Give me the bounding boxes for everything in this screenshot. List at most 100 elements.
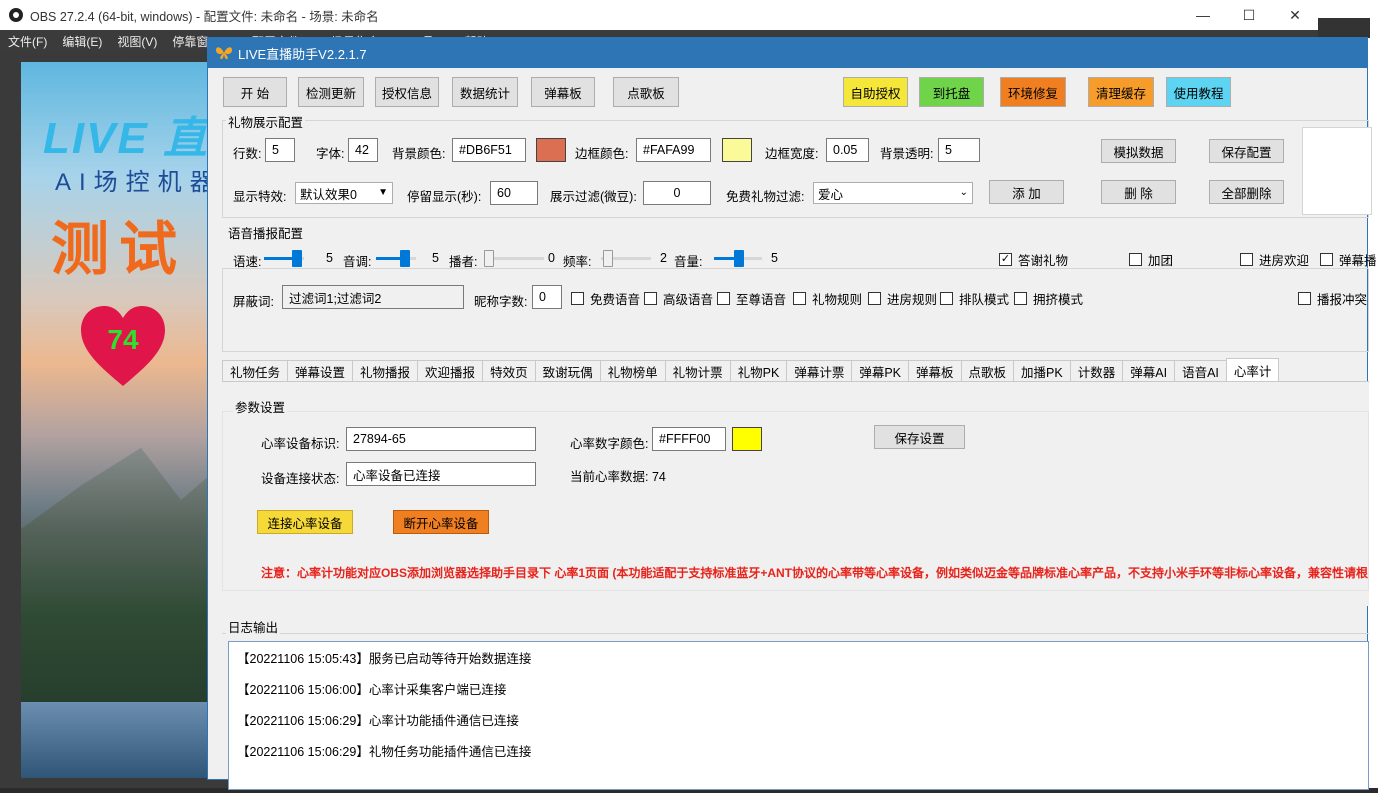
tab-counter[interactable]: 计数器 [1069, 360, 1124, 381]
disconnect-device-button[interactable]: 断开心率设备 [393, 510, 489, 534]
menu-view[interactable]: 视图(V) [117, 33, 157, 50]
tab-gift-ranking[interactable]: 礼物榜单 [599, 360, 666, 381]
font-size-input[interactable]: 42 [348, 138, 378, 162]
mock-data-button[interactable]: 模拟数据 [1101, 139, 1176, 163]
stay-input[interactable]: 60 [490, 181, 538, 205]
thank-gift-checkbox[interactable]: ✓ 答谢礼物 [999, 250, 1068, 269]
report-conflict-checkbox[interactable]: 播报冲突 [1298, 289, 1367, 308]
tab-voice-ai[interactable]: 语音AI [1174, 360, 1227, 381]
delete-all-button[interactable]: 全部删除 [1209, 180, 1284, 204]
join-group-text: 加团 [1148, 254, 1174, 268]
tab-gift-task[interactable]: 礼物任务 [222, 360, 289, 381]
delete-button[interactable]: 删 除 [1101, 180, 1176, 204]
rate-slider[interactable] [601, 248, 651, 268]
song-board-button[interactable]: 点歌板 [613, 77, 679, 107]
bg-color-input[interactable]: #DB6F51 [452, 138, 526, 162]
crowd-mode-checkbox[interactable]: 拥挤模式 [1014, 289, 1083, 308]
adv-voice-text: 高级语音 [663, 293, 714, 307]
gift-rule-checkbox[interactable]: 礼物规则 [793, 289, 862, 308]
speed-label: 语速: [233, 255, 262, 269]
welcome-checkbox[interactable]: 进房欢迎 [1240, 250, 1309, 269]
bg-color-label: 背景颜色: [392, 147, 446, 161]
join-group-checkbox[interactable]: 加团 [1129, 250, 1173, 269]
menu-edit[interactable]: 编辑(E) [62, 33, 102, 50]
border-width-input[interactable]: 0.05 [826, 138, 869, 162]
to-tray-button[interactable]: 到托盘 [919, 77, 984, 107]
log-output[interactable]: 【20221106 15:05:43】服务已启动等待开始数据连接 【202211… [228, 641, 1369, 790]
check-update-button[interactable]: 检测更新 [298, 77, 364, 107]
filter-input[interactable]: 0 [643, 181, 711, 205]
thank-gift-text: 答谢礼物 [1018, 254, 1069, 268]
log-label: 日志输出 [226, 617, 281, 636]
tab-heart-rate[interactable]: 心率计 [1225, 358, 1280, 381]
speaker-slider[interactable] [484, 248, 544, 268]
tab-welcome-report[interactable]: 欢迎播报 [417, 360, 484, 381]
obs-preview-canvas[interactable]: LIVE 直播 AI场控机器人 测试 74 [21, 62, 221, 778]
rows-input[interactable]: 5 [265, 138, 295, 162]
tab-gift-report[interactable]: 礼物播报 [352, 360, 419, 381]
tab-danmu-board[interactable]: 弹幕板 [908, 360, 962, 381]
nick-len-input[interactable]: 0 [532, 285, 562, 309]
tab-gift-pk[interactable]: 礼物PK [729, 360, 788, 381]
effect-select-value: 默认效果0 [300, 187, 357, 202]
queue-mode-checkbox[interactable]: 排队模式 [940, 289, 1009, 308]
tab-gift-vote[interactable]: 礼物计票 [664, 360, 731, 381]
start-button[interactable]: 开 始 [223, 77, 287, 107]
tutorial-button[interactable]: 使用教程 [1166, 77, 1231, 107]
conn-status-label: 设备连接状态: [261, 472, 340, 486]
adv-voice-checkbox[interactable]: 高级语音 [644, 289, 713, 308]
device-id-label: 心率设备标识: [261, 437, 340, 451]
border-color-input[interactable]: #FAFA99 [636, 138, 711, 162]
heart-color-swatch[interactable] [732, 427, 762, 451]
params-label: 参数设置 [233, 397, 288, 416]
vip-voice-text: 至尊语音 [736, 293, 787, 307]
filter-label: 展示过滤(微豆): [550, 190, 637, 204]
tab-effects-page[interactable]: 特效页 [482, 360, 536, 381]
volume-slider[interactable] [714, 248, 762, 268]
device-id-input[interactable]: 27894-65 [346, 427, 536, 451]
clear-cache-button[interactable]: 清理缓存 [1088, 77, 1154, 107]
speaker-value: 0 [548, 251, 555, 265]
tab-danmu-ai[interactable]: 弹幕AI [1122, 360, 1176, 381]
self-auth-button[interactable]: 自助授权 [843, 77, 908, 107]
vip-voice-checkbox[interactable]: 至尊语音 [717, 289, 786, 308]
queue-mode-text: 排队模式 [959, 293, 1010, 307]
auth-info-button[interactable]: 授权信息 [375, 77, 439, 107]
save-config-button[interactable]: 保存配置 [1209, 139, 1284, 163]
add-button[interactable]: 添 加 [989, 180, 1064, 204]
menu-file[interactable]: 文件(F) [8, 33, 47, 50]
tab-danmu-vote[interactable]: 弹幕计票 [786, 360, 853, 381]
tab-song-board[interactable]: 点歌板 [960, 360, 1015, 381]
heart-color-input[interactable]: #FFFF00 [652, 427, 726, 451]
enter-rule-checkbox[interactable]: 进房规则 [868, 289, 937, 308]
minimize-button[interactable]: — [1180, 0, 1226, 30]
effect-select[interactable]: 默认效果0 ▼ [295, 182, 393, 204]
border-color-swatch[interactable] [722, 138, 752, 162]
speed-slider[interactable] [264, 248, 304, 268]
tab-danmu-pk[interactable]: 弹幕PK [851, 360, 910, 381]
block-words-input[interactable]: 过滤词1;过滤词2 [282, 285, 464, 309]
danmu-board-button[interactable]: 弹幕板 [531, 77, 595, 107]
report-conflict-text: 播报冲突 [1317, 293, 1368, 307]
free-filter-select[interactable]: 爱心 ⌄ [813, 182, 973, 204]
bg-opacity-input[interactable]: 5 [938, 138, 980, 162]
crowd-mode-text: 拥挤模式 [1033, 293, 1084, 307]
pitch-slider[interactable] [376, 248, 416, 268]
danmu-checkbox[interactable]: 弹幕播 [1320, 250, 1377, 269]
volume-value: 5 [771, 251, 778, 265]
tab-thanks-doll[interactable]: 致谢玩偶 [534, 360, 601, 381]
connect-device-button[interactable]: 连接心率设备 [257, 510, 353, 534]
tab-danmu-settings[interactable]: 弹幕设置 [287, 360, 354, 381]
checkbox-icon [1129, 253, 1142, 266]
close-button[interactable]: ✕ [1272, 0, 1318, 30]
bg-color-swatch[interactable] [536, 138, 566, 162]
save-settings-button[interactable]: 保存设置 [874, 425, 965, 449]
free-voice-checkbox[interactable]: 免费语音 [571, 289, 640, 308]
maximize-button[interactable]: ☐ [1226, 0, 1272, 30]
env-repair-button[interactable]: 环境修复 [1000, 77, 1066, 107]
conn-status-input[interactable]: 心率设备已连接 [346, 462, 536, 486]
tab-extra-pk[interactable]: 加播PK [1013, 360, 1071, 381]
checkbox-icon [1014, 292, 1027, 305]
heart-color-label: 心率数字颜色: [570, 437, 649, 451]
data-stats-button[interactable]: 数据统计 [452, 77, 518, 107]
